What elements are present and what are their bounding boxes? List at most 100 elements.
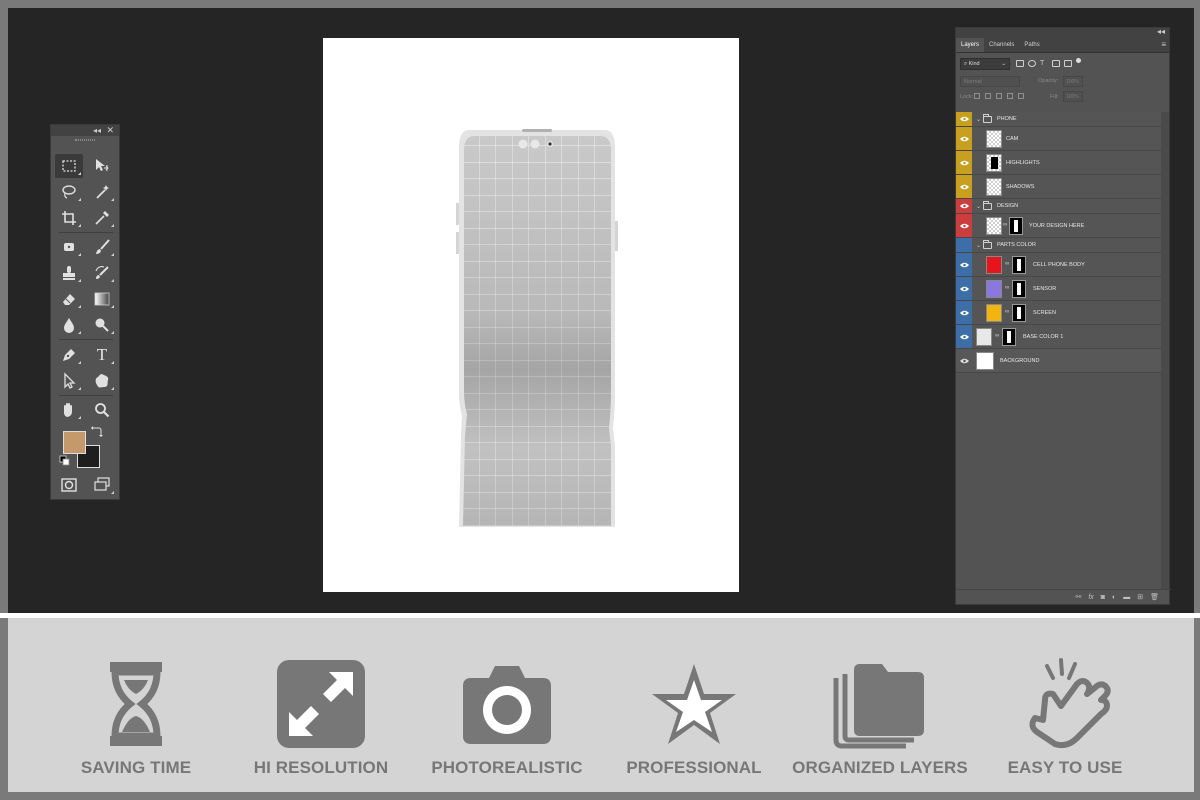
- pixel-filter-icon[interactable]: [1016, 60, 1024, 67]
- eraser-tool[interactable]: [55, 287, 83, 311]
- foreground-color-swatch[interactable]: [63, 431, 86, 454]
- new-group-icon[interactable]: ▬: [1123, 594, 1130, 601]
- tab-paths[interactable]: Paths: [1019, 38, 1044, 52]
- smart-object-filter-icon[interactable]: [1064, 60, 1072, 67]
- layer-style-fx-icon[interactable]: fx: [1088, 594, 1093, 601]
- lock-artboard-icon[interactable]: [1007, 93, 1013, 99]
- pen-tool[interactable]: [55, 343, 83, 367]
- tab-channels[interactable]: Channels: [984, 38, 1019, 52]
- shape-filter-icon[interactable]: [1052, 60, 1060, 67]
- clone-stamp-tool[interactable]: [55, 261, 83, 285]
- eyedropper-tool[interactable]: [88, 206, 116, 230]
- filter-kind-select[interactable]: ⌕ Kind ⌄: [960, 58, 1010, 70]
- visibility-eye-icon[interactable]: [956, 127, 972, 150]
- document-canvas[interactable]: [323, 38, 739, 592]
- lock-all-icon[interactable]: [1018, 93, 1024, 99]
- layer-base-color-1[interactable]: ∞ BASE COLOR 1: [956, 325, 1163, 349]
- filter-toggle-icon[interactable]: [1076, 58, 1081, 63]
- layers-scrollbar[interactable]: [1161, 112, 1169, 590]
- swap-colors-icon[interactable]: [91, 425, 103, 437]
- fill-field[interactable]: 100%: [1063, 91, 1083, 102]
- layer-group-parts-color[interactable]: ⌄ PARTS COLOR: [956, 238, 1163, 253]
- double-chevron-icon[interactable]: ◂◂: [93, 125, 101, 136]
- panel-grip[interactable]: [51, 136, 119, 144]
- visibility-eye-icon[interactable]: [956, 277, 972, 300]
- feature-easy-to-use: EASY TO USE: [975, 656, 1155, 786]
- close-icon[interactable]: ✕: [106, 125, 114, 136]
- expand-arrows-icon: [277, 660, 365, 748]
- gradient-tool[interactable]: [88, 287, 116, 311]
- chevron-down-icon[interactable]: ⌄: [976, 203, 981, 210]
- chevron-down-icon[interactable]: ⌄: [976, 116, 981, 123]
- chevron-down-icon[interactable]: ⌄: [976, 242, 981, 249]
- link-icon[interactable]: ∞: [1005, 285, 1009, 291]
- layer-mask-thumbnail[interactable]: [1012, 280, 1026, 298]
- adjustment-filter-icon[interactable]: [1028, 60, 1036, 67]
- default-colors-icon[interactable]: [59, 455, 71, 467]
- lock-image-icon[interactable]: [985, 93, 991, 99]
- visibility-eye-icon[interactable]: [956, 301, 972, 324]
- zoom-tool[interactable]: [88, 398, 116, 422]
- lock-transparent-icon[interactable]: [974, 93, 980, 99]
- lasso-tool[interactable]: [55, 180, 83, 204]
- visibility-eye-icon[interactable]: [956, 175, 972, 198]
- hidden-eye-slot[interactable]: [956, 238, 972, 252]
- collapse-chevron-icon[interactable]: ◂◂: [1157, 27, 1165, 36]
- layer-group-design[interactable]: ⌄ DESIGN: [956, 199, 1163, 214]
- feature-professional: PROFESSIONAL: [604, 656, 784, 786]
- layers-panel-titlebar[interactable]: ◂◂: [956, 27, 1169, 38]
- path-selection-tool[interactable]: [55, 369, 83, 393]
- tab-layers[interactable]: Layers: [956, 38, 985, 52]
- dodge-tool[interactable]: [88, 313, 116, 337]
- layer-your-design-here[interactable]: ∞ YOUR DESIGN HERE: [956, 214, 1163, 238]
- trash-icon[interactable]: 🗑: [1150, 593, 1159, 601]
- visibility-eye-icon[interactable]: [956, 214, 972, 237]
- visibility-eye-icon[interactable]: [956, 151, 972, 174]
- move-tool[interactable]: [88, 154, 116, 178]
- layer-mask-thumbnail[interactable]: [1012, 304, 1026, 322]
- visibility-eye-icon[interactable]: [956, 349, 972, 372]
- lock-position-icon[interactable]: [996, 93, 1002, 99]
- layer-background[interactable]: BACKGROUND: [956, 349, 1163, 373]
- adjustment-layer-icon[interactable]: ◐: [1112, 594, 1116, 601]
- layer-highlights[interactable]: HIGHLIGHTS: [956, 151, 1163, 175]
- layer-sensor[interactable]: ∞ SENSOR: [956, 277, 1163, 301]
- link-icon[interactable]: ∞: [1005, 309, 1009, 315]
- custom-shape-tool[interactable]: [88, 369, 116, 393]
- blur-tool[interactable]: [55, 313, 83, 337]
- quick-mask-button[interactable]: [55, 473, 83, 497]
- layer-cell-phone-body[interactable]: ∞ CELL PHONE BODY: [956, 253, 1163, 277]
- layer-screen[interactable]: ∞ SCREEN: [956, 301, 1163, 325]
- marquee-tool[interactable]: [55, 154, 83, 178]
- layer-cam[interactable]: CAM: [956, 127, 1163, 151]
- crop-tool[interactable]: [55, 206, 83, 230]
- opacity-field[interactable]: 100%: [1063, 76, 1083, 87]
- add-mask-icon[interactable]: ◙: [1101, 594, 1105, 601]
- type-filter-icon[interactable]: T: [1040, 60, 1048, 67]
- layer-mask-thumbnail[interactable]: [1002, 328, 1016, 346]
- link-icon[interactable]: ∞: [995, 333, 999, 339]
- spot-healing-tool[interactable]: [55, 235, 83, 259]
- hand-tool[interactable]: [55, 398, 83, 422]
- layer-group-phone[interactable]: ⌄ PHONE: [956, 112, 1163, 127]
- link-icon[interactable]: ∞: [1003, 222, 1007, 228]
- layer-shadows[interactable]: SHADOWS: [956, 175, 1163, 199]
- panel-menu-icon[interactable]: ≡: [1161, 40, 1166, 49]
- link-layers-icon[interactable]: ⚯: [1075, 593, 1081, 601]
- link-icon[interactable]: ∞: [1005, 261, 1009, 267]
- visibility-eye-icon[interactable]: [956, 253, 972, 276]
- layer-mask-thumbnail[interactable]: [1012, 256, 1026, 274]
- visibility-eye-icon[interactable]: [956, 325, 972, 348]
- visibility-eye-icon[interactable]: [956, 199, 972, 213]
- new-layer-icon[interactable]: ⊞: [1137, 593, 1143, 601]
- brush-tool[interactable]: [88, 235, 116, 259]
- screen-mode-button[interactable]: [88, 473, 116, 497]
- feature-photorealistic: PHOTOREALISTIC: [417, 656, 597, 786]
- type-tool[interactable]: T: [88, 343, 116, 367]
- blend-mode-select[interactable]: Normal: [960, 76, 1020, 87]
- layer-mask-thumbnail[interactable]: [1009, 217, 1023, 235]
- visibility-eye-icon[interactable]: [956, 112, 972, 126]
- magic-wand-tool[interactable]: [88, 180, 116, 204]
- history-brush-tool[interactable]: [88, 261, 116, 285]
- tools-panel-titlebar[interactable]: ◂◂ ✕: [51, 125, 119, 136]
